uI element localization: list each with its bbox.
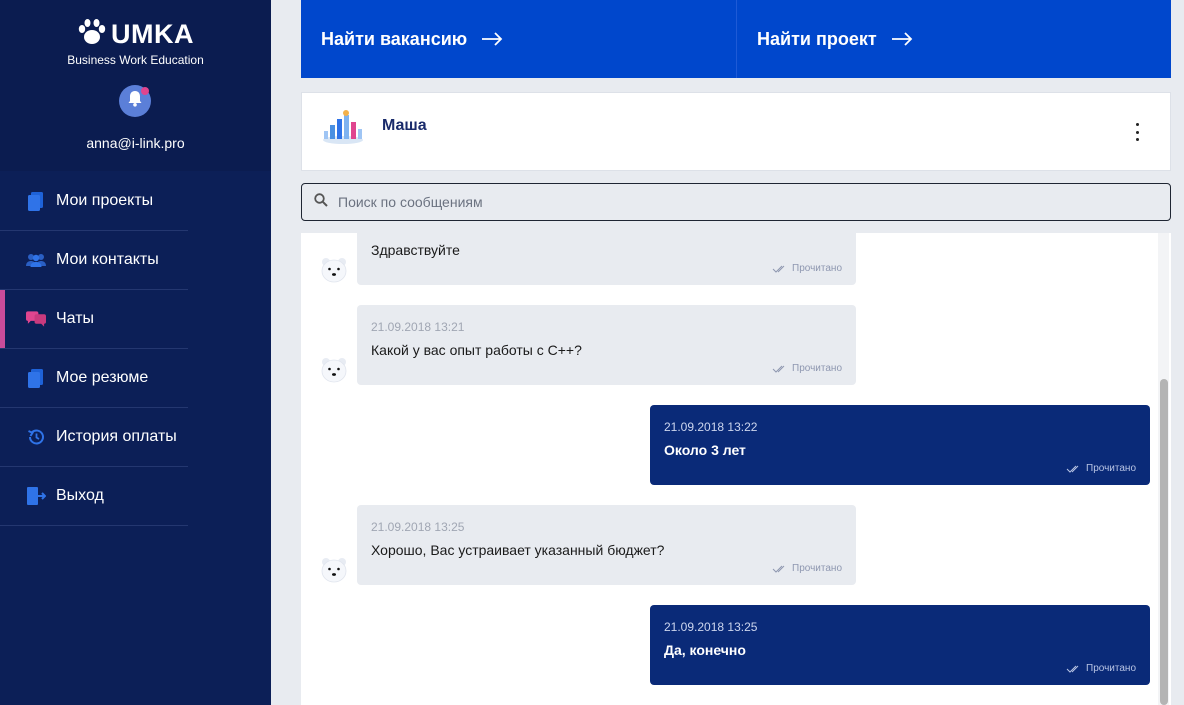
message-date: 21.09.2018 13:21 [371, 320, 465, 334]
message-date: 21.09.2018 13:25 [371, 520, 465, 534]
sidebar-item-label: Выход [56, 487, 104, 504]
logo[interactable]: UMKA Business Work Education [0, 18, 271, 67]
dot [1135, 130, 1139, 134]
more-options-button[interactable] [1134, 123, 1140, 141]
message-text: Какой у вас опыт работы с С++? [371, 342, 582, 358]
chat-header: Маша [301, 92, 1171, 171]
message-status-label: Прочитано [1086, 463, 1136, 474]
message-status-label: Прочитано [1086, 663, 1136, 674]
message-incoming: Здравствуйте Прочитано [357, 233, 856, 285]
sidebar-item-label: Чаты [56, 310, 95, 327]
message-status-label: Прочитано [792, 263, 842, 274]
sidebar-item-label: Мои контакты [56, 251, 159, 268]
bear-avatar-icon [319, 355, 349, 383]
double-check-icon [772, 565, 785, 573]
message-text: Около 3 лет [664, 442, 746, 458]
dot [1135, 138, 1139, 141]
message-date: 21.09.2018 13:22 [664, 420, 758, 434]
message-status: Прочитано [772, 563, 842, 574]
contact-avatar[interactable] [320, 109, 366, 145]
message-status: Прочитано [772, 263, 842, 274]
sidebar-item-logout[interactable]: Выход [0, 467, 188, 526]
double-check-icon [772, 265, 785, 273]
sidebar: UMKA Business Work Education anna@i-link… [0, 0, 271, 705]
bear-avatar-icon [319, 555, 349, 583]
sidebar-item-label: История оплаты [56, 428, 177, 445]
logo-subtitle: Business Work Education [67, 53, 204, 67]
message-outgoing: 21.09.2018 13:22 Около 3 лет Прочитано [650, 405, 1150, 485]
double-check-icon [1066, 665, 1079, 673]
sidebar-item-my-projects[interactable]: Мои проекты [0, 172, 188, 231]
paw-icon [77, 18, 107, 51]
message-date: 21.09.2018 13:25 [664, 620, 758, 634]
bell-icon [127, 90, 143, 112]
message-status: Прочитано [1066, 463, 1136, 474]
message-scrollbar-thumb[interactable] [1160, 379, 1168, 705]
message-list: Здравствуйте Прочитано 21.09.2018 13:21 … [301, 233, 1171, 705]
sidebar-item-my-resume[interactable]: Мое резюме [0, 349, 188, 408]
message-text: Да, конечно [664, 642, 746, 658]
arrow-right-icon [481, 32, 503, 46]
document-icon [26, 368, 46, 388]
people-icon [26, 250, 46, 270]
message-text: Хорошо, Вас устраивает указанный бюджет? [371, 542, 665, 558]
sidebar-nav: Мои проекты Мои контакты Чаты Мое резюме… [0, 172, 271, 526]
user-email: anna@i-link.pro [86, 135, 185, 151]
find-vacancy-label: Найти вакансию [321, 28, 468, 49]
message-search[interactable] [301, 183, 1171, 221]
sidebar-header: UMKA Business Work Education anna@i-link… [0, 0, 271, 171]
message-status-label: Прочитано [792, 363, 842, 374]
sidebar-item-label: Мое резюме [56, 369, 149, 386]
message-outgoing: 21.09.2018 13:25 Да, конечно Прочитано [650, 605, 1150, 685]
bear-avatar-icon [319, 255, 349, 283]
sidebar-item-payment-history[interactable]: История оплаты [0, 408, 188, 467]
message-status: Прочитано [772, 363, 842, 374]
arrow-right-icon [891, 32, 913, 46]
history-icon [26, 427, 46, 447]
message-incoming: 21.09.2018 13:21 Какой у вас опыт работы… [357, 305, 856, 385]
dot [1135, 123, 1139, 126]
sidebar-item-chats[interactable]: Чаты [0, 290, 188, 349]
find-project-label: Найти проект [757, 28, 877, 49]
chat-icon [26, 309, 46, 329]
search-input[interactable] [338, 194, 1118, 210]
contact-name: Маша [382, 117, 427, 134]
document-icon [26, 191, 46, 211]
logo-text: UMKA [111, 19, 194, 49]
message-status: Прочитано [1066, 663, 1136, 674]
search-icon [314, 192, 328, 212]
message-incoming: 21.09.2018 13:25 Хорошо, Вас устраивает … [357, 505, 856, 585]
message-text: Здравствуйте [371, 242, 460, 258]
logout-icon [26, 486, 46, 506]
notification-badge [141, 87, 149, 95]
find-vacancy-button[interactable]: Найти вакансию [301, 0, 736, 78]
notifications-button[interactable] [119, 85, 151, 117]
find-project-button[interactable]: Найти проект [736, 0, 1171, 78]
top-action-bar: Найти вакансию Найти проект [301, 0, 1171, 78]
double-check-icon [772, 365, 785, 373]
message-status-label: Прочитано [792, 563, 842, 574]
sidebar-item-label: Мои проекты [56, 192, 154, 209]
sidebar-item-my-contacts[interactable]: Мои контакты [0, 231, 188, 290]
double-check-icon [1066, 465, 1079, 473]
